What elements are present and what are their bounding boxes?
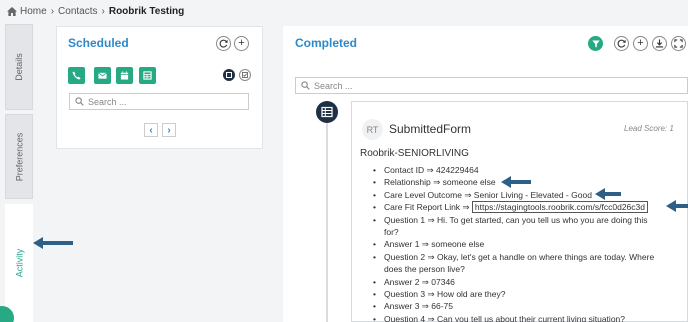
download-button[interactable] — [652, 36, 667, 51]
list-item: Question 3 ⇒ How old are they? — [373, 288, 673, 301]
search-placeholder: Search ... — [88, 96, 127, 107]
scheduled-title: Scheduled — [68, 36, 129, 50]
list-item: Question 4 ⇒ Can you tell us about their… — [373, 313, 673, 322]
list-item: Answer 1 ⇒ someone else — [373, 238, 673, 251]
breadcrumb-separator: › — [101, 5, 105, 17]
tab-label: Details — [14, 53, 25, 81]
annotation-arrow — [501, 176, 531, 188]
refresh-icon — [219, 39, 228, 48]
filter-button[interactable] — [588, 36, 603, 51]
timeline-form-marker — [316, 101, 338, 123]
search-icon — [75, 97, 84, 106]
field-label: Care Fit Report Link ⇒ — [384, 202, 472, 213]
annotation-arrow — [666, 200, 688, 212]
form-name: Roobrik-SENIORLIVING — [360, 148, 469, 159]
grid-button[interactable] — [139, 67, 156, 84]
breadcrumb-home[interactable]: Home — [20, 6, 47, 17]
expand-icon — [674, 39, 683, 48]
email-button[interactable] — [94, 67, 111, 84]
next-page-button[interactable]: › — [162, 123, 176, 137]
list-item: Question 2 ⇒ Okay, let's get a handle on… — [373, 251, 673, 264]
scheduled-search[interactable]: Search ... — [69, 93, 249, 110]
breadcrumb-separator: › — [50, 5, 55, 17]
avatar: RT — [362, 119, 383, 140]
phone-icon — [72, 71, 81, 80]
list-item: Care Level Outcome ⇒ Senior Living - Ele… — [373, 189, 673, 202]
mail-icon — [98, 72, 107, 79]
tab-activity[interactable]: Activity — [5, 204, 33, 322]
list-item: Care Fit Report Link ⇒ https://stagingto… — [373, 201, 673, 214]
completed-add-button[interactable]: + — [633, 36, 648, 51]
refresh-icon — [617, 39, 626, 48]
annotation-arrow — [33, 237, 73, 249]
list-item: Contact ID ⇒ 424229464 — [373, 164, 673, 177]
contact-activity-page: Home › Contacts › Roobrik Testing Detail… — [0, 0, 688, 322]
chevron-left-icon: ‹ — [149, 124, 153, 136]
search-icon — [301, 81, 310, 90]
scheduled-add-button[interactable]: + — [234, 36, 249, 51]
scheduled-refresh-button[interactable] — [216, 36, 231, 51]
plus-icon: + — [238, 37, 245, 49]
list-item: Answer 3 ⇒ 66-75 — [373, 300, 673, 313]
calendar-icon — [120, 71, 129, 80]
list-item: Answer 2 ⇒ 07346 — [373, 276, 673, 289]
lead-score: Lead Score: 1 — [624, 124, 674, 133]
breadcrumb-current: Roobrik Testing — [108, 5, 185, 17]
list-item-continued: does the person live? — [384, 264, 465, 275]
annotation-arrow — [595, 188, 621, 200]
expand-button[interactable] — [671, 36, 686, 51]
home-icon — [7, 6, 17, 16]
plus-icon: + — [637, 37, 644, 49]
completed-refresh-button[interactable] — [614, 36, 629, 51]
list-item-continued: for? — [384, 227, 399, 238]
tab-label: Activity — [14, 248, 25, 278]
filter-icon — [591, 40, 600, 47]
tab-label: Preferences — [14, 132, 24, 181]
form-title: SubmittedForm — [389, 122, 472, 136]
timeline-line — [326, 101, 328, 322]
view-toggle-checked[interactable] — [239, 69, 251, 81]
prev-page-button[interactable]: ‹ — [144, 123, 158, 137]
tab-preferences[interactable]: Preferences — [5, 114, 33, 199]
completed-title: Completed — [295, 36, 358, 50]
download-icon — [655, 39, 664, 48]
search-placeholder: Search ... — [314, 80, 353, 91]
calendar-button[interactable] — [116, 67, 133, 84]
tab-details[interactable]: Details — [5, 24, 33, 110]
vertical-tab-bar: Details Preferences Activity — [5, 24, 33, 322]
table-icon — [321, 106, 333, 118]
list-item: Question 1 ⇒ Hi. To get started, can you… — [373, 214, 673, 227]
chevron-right-icon: › — [167, 124, 171, 136]
grid-icon — [143, 71, 152, 80]
care-fit-report-link[interactable]: https://stagingtools.roobrik.com/s/fcc0d… — [471, 201, 648, 214]
breadcrumb-contacts[interactable]: Contacts — [58, 6, 97, 17]
completed-search[interactable]: Search ... — [295, 77, 688, 94]
square-icon — [226, 72, 232, 78]
breadcrumb: Home › Contacts › Roobrik Testing — [0, 0, 688, 22]
checkbox-icon — [242, 72, 248, 78]
view-toggle-active[interactable] — [223, 69, 235, 81]
call-button[interactable] — [68, 67, 85, 84]
